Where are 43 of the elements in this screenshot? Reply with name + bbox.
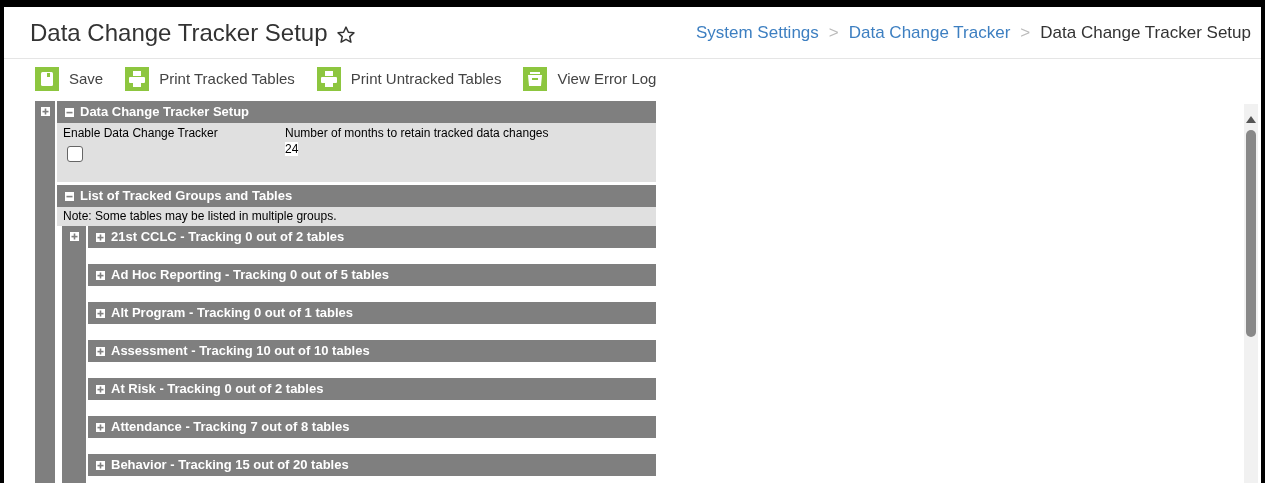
toolbar-button[interactable]: Print Untracked Tables <box>316 67 502 91</box>
breadcrumb-separator: > <box>828 21 839 44</box>
group-header[interactable]: Attendance - Tracking 7 out of 8 tables <box>88 416 656 438</box>
group-header[interactable]: Assessment - Tracking 10 out of 10 tables <box>88 340 656 362</box>
section-header[interactable]: Data Change Tracker Setup <box>57 101 656 123</box>
expand-icon[interactable] <box>96 460 105 470</box>
breadcrumb-link[interactable]: Data Change Tracker <box>848 19 1011 46</box>
expand-icon[interactable] <box>96 308 105 318</box>
group-header[interactable]: 21st CCLC - Tracking 0 out of 2 tables <box>88 226 656 248</box>
expand-icon[interactable] <box>96 384 105 394</box>
toolbar-button[interactable]: Save <box>35 67 104 91</box>
toolbar-button[interactable]: Print Tracked Tables <box>125 67 295 91</box>
section-header[interactable]: List of Tracked Groups and Tables <box>57 185 656 207</box>
printer-icon <box>125 67 150 91</box>
star-icon[interactable] <box>335 24 356 45</box>
enable-checkbox[interactable] <box>67 146 83 162</box>
scroll-up-icon[interactable] <box>1245 114 1257 124</box>
collapse-icon[interactable] <box>65 107 74 117</box>
expand-icon[interactable] <box>40 107 50 116</box>
box-icon <box>523 67 548 91</box>
group-header[interactable]: Ad Hoc Reporting - Tracking 0 out of 5 tables <box>88 264 656 286</box>
page-title: Data Change Tracker Setup <box>30 17 328 48</box>
scrollbar[interactable] <box>1244 104 1258 483</box>
field-label: Number of months to retain tracked data changes <box>285 125 549 142</box>
collapse-icon[interactable] <box>65 191 74 201</box>
expand-icon[interactable] <box>96 270 105 280</box>
group-header[interactable]: At Risk - Tracking 0 out of 2 tables <box>88 378 656 400</box>
breadcrumb-current: Data Change Tracker Setup <box>1040 21 1251 44</box>
scrollbar-thumb[interactable] <box>1246 130 1256 337</box>
toolbar-button[interactable]: View Error Log <box>523 67 657 91</box>
breadcrumb-link[interactable]: System Settings <box>695 19 819 46</box>
field-label: Enable Data Change Tracker <box>63 125 219 142</box>
expand-icon[interactable] <box>96 422 105 432</box>
expand-icon[interactable] <box>96 346 105 356</box>
note-text: Note: Some tables may be listed in multiple groups. <box>57 207 656 226</box>
save-icon <box>35 67 59 91</box>
breadcrumb-separator: > <box>1020 21 1031 44</box>
expand-icon[interactable] <box>96 232 105 242</box>
group-header[interactable]: Behavior - Tracking 15 out of 20 tables <box>88 454 656 476</box>
printer-icon <box>316 67 341 91</box>
expand-icon[interactable] <box>69 232 79 241</box>
months-field[interactable]: 24 <box>285 142 299 156</box>
group-header[interactable]: Alt Program - Tracking 0 out of 1 tables <box>88 302 656 324</box>
